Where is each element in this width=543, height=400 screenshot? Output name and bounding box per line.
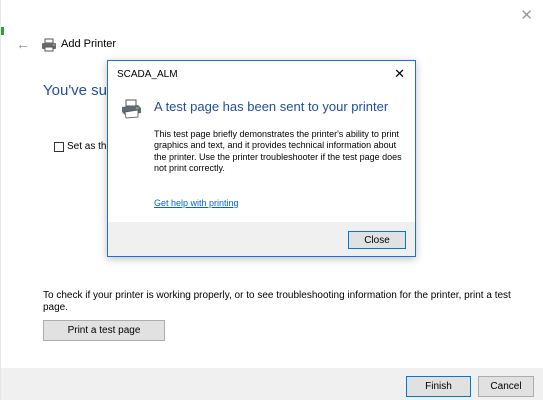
- back-arrow-icon[interactable]: ←: [16, 37, 30, 51]
- set-default-printer-checkbox[interactable]: Set as th: [54, 141, 106, 152]
- checkbox-box[interactable]: [54, 141, 64, 152]
- print-test-page-button[interactable]: Print a test page: [43, 320, 165, 341]
- test-page-dialog: SCADA_ALM ✕ A test page has been sent to…: [107, 60, 416, 257]
- cancel-button[interactable]: Cancel: [478, 376, 534, 397]
- dialog-body-text: This test page briefly demonstrates the …: [154, 129, 402, 174]
- window-close-icon[interactable]: ✕: [520, 8, 533, 23]
- dialog-heading: A test page has been sent to your printe…: [154, 99, 389, 114]
- printer-icon: [42, 38, 56, 52]
- dialog-close-button[interactable]: Close: [348, 231, 406, 249]
- dialog-title: SCADA_ALM: [117, 69, 178, 80]
- set-default-label: Set as th: [67, 141, 107, 152]
- finish-button[interactable]: Finish: [406, 376, 471, 397]
- success-heading: You've suc: [43, 82, 115, 99]
- printer-icon: [122, 99, 141, 119]
- help-printing-link[interactable]: Get help with printing: [154, 198, 239, 208]
- window-edge-indicator: [1, 27, 4, 35]
- wizard-title: Add Printer: [61, 38, 117, 50]
- dialog-close-icon[interactable]: ✕: [394, 67, 405, 80]
- test-page-instructions: To check if your printer is working prop…: [43, 290, 511, 313]
